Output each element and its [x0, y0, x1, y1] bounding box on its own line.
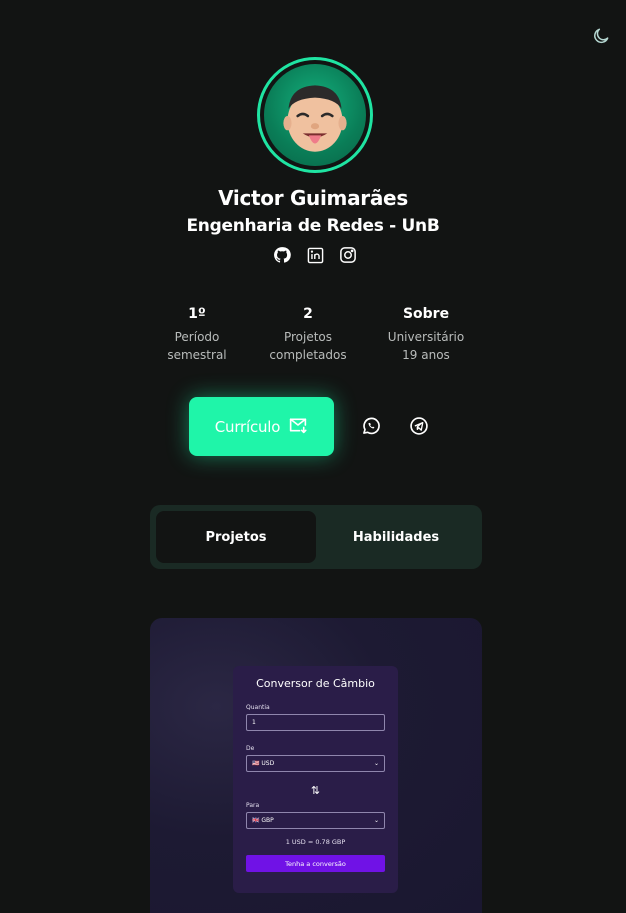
from-label: De: [246, 745, 255, 752]
to-label: Para: [246, 802, 260, 809]
currency-converter-preview: Conversor de Câmbio Quantia 1 De 🇺🇸 USD …: [233, 666, 398, 893]
github-icon[interactable]: [272, 245, 292, 265]
amount-value: 1: [252, 719, 256, 726]
profile-subtitle: Engenharia de Redes - UnB: [186, 216, 440, 236]
telegram-icon[interactable]: [408, 415, 430, 437]
stat-label: Projetos completados: [269, 330, 347, 362]
avatar-image: [264, 64, 366, 166]
from-value: 🇺🇸 USD: [252, 760, 275, 767]
section-tabs: Projetos Habilidades: [150, 505, 482, 569]
chevron-down-icon: ⌄: [373, 817, 379, 824]
tab-skills[interactable]: Habilidades: [316, 511, 476, 563]
stat-label: Universitário 19 anos: [387, 330, 465, 362]
converter-title: Conversor de Câmbio: [256, 677, 375, 690]
curriculum-button[interactable]: Currículo: [189, 397, 334, 456]
project-card[interactable]: Conversor de Câmbio Quantia 1 De 🇺🇸 USD …: [150, 618, 482, 913]
to-select: 🇬🇧 GBP ⌄: [246, 812, 385, 829]
social-links: [272, 245, 358, 265]
instagram-icon[interactable]: [338, 245, 358, 265]
moon-icon[interactable]: [590, 25, 612, 47]
swap-arrows-icon: ⇅: [310, 784, 321, 797]
stat-value: 1º: [188, 306, 206, 322]
convert-button: Tenha a conversão: [246, 855, 385, 872]
stat-value: 2: [303, 306, 313, 322]
conversion-rate: 1 USD = 0.78 GBP: [285, 838, 346, 846]
to-value: 🇬🇧 GBP: [252, 817, 274, 824]
linkedin-icon[interactable]: [305, 245, 325, 265]
stat-value: Sobre: [402, 306, 450, 322]
tab-projects[interactable]: Projetos: [156, 511, 316, 563]
stat-period: 1º Período semestral: [142, 305, 252, 364]
stat-projects: 2 Projetos completados: [253, 305, 363, 364]
from-select: 🇺🇸 USD ⌄: [246, 755, 385, 772]
amount-label: Quantia: [246, 704, 270, 711]
stat-about: Sobre Universitário 19 anos: [371, 305, 481, 364]
avatar: [257, 57, 373, 173]
curriculum-button-label: Currículo: [214, 417, 281, 436]
profile-name: Victor Guimarães: [218, 186, 408, 210]
stat-label: Período semestral: [167, 330, 227, 362]
mail-download-icon: [288, 416, 308, 438]
whatsapp-icon[interactable]: [360, 415, 382, 437]
chevron-down-icon: ⌄: [373, 760, 379, 767]
amount-field: 1: [246, 714, 385, 731]
